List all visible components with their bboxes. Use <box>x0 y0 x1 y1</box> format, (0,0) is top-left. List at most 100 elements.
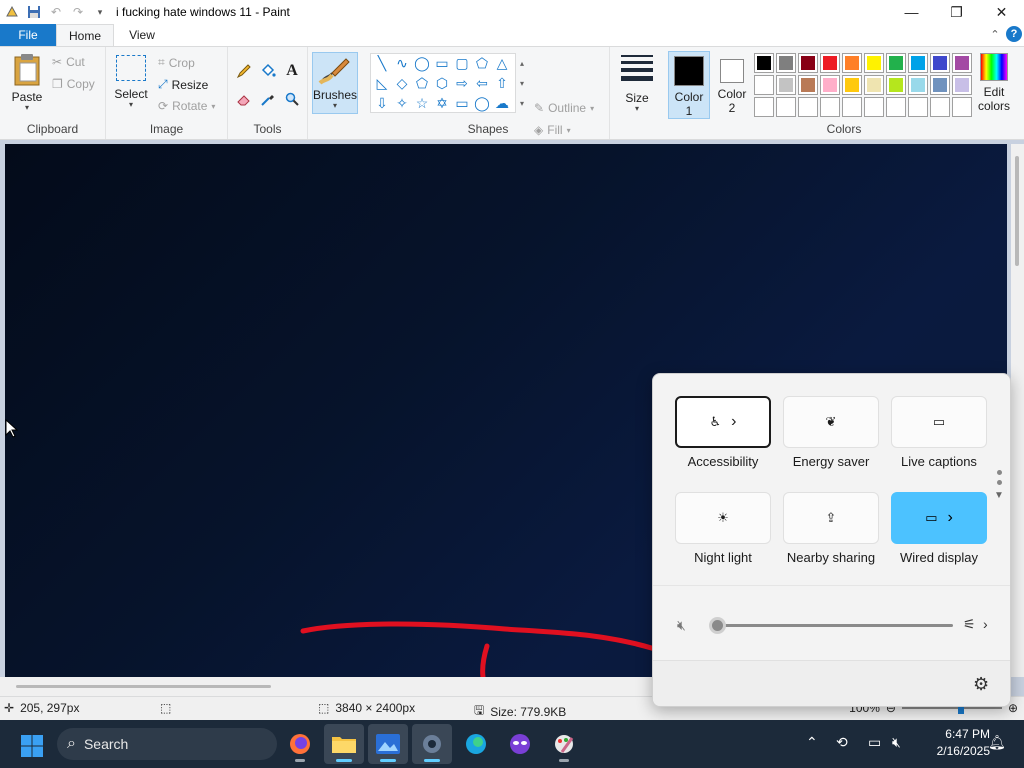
image-group-label: Image <box>149 122 184 136</box>
tab-file[interactable]: File <box>0 24 56 46</box>
right-arrow-shape-icon[interactable]: ⇨ <box>453 74 471 92</box>
volume-slider-thumb[interactable] <box>709 617 726 634</box>
quick-setting-energy-saver[interactable]: ❦ <box>783 396 879 448</box>
select-button[interactable]: Select ▾ <box>114 55 148 109</box>
up-arrow-shape-icon[interactable]: ⇧ <box>493 74 511 92</box>
customize-qat-icon[interactable]: ▾ <box>92 4 108 20</box>
quick-setting-label: Live captions <box>901 454 977 469</box>
taskbar-search-box[interactable]: ⌕ Search <box>57 728 277 760</box>
magnifier-icon[interactable] <box>282 89 302 109</box>
sync-icon[interactable]: ⟲ <box>836 734 848 751</box>
pentagon-shape-icon[interactable]: ⬠ <box>413 74 431 92</box>
show-hidden-icons-icon[interactable]: ⌃ <box>806 734 818 751</box>
save-icon[interactable] <box>26 4 42 20</box>
polygon-shape-icon[interactable]: ⬠ <box>473 54 491 72</box>
paint-taskbar-button[interactable] <box>544 724 584 764</box>
left-arrow-shape-icon[interactable]: ⇦ <box>473 74 491 92</box>
settings-gear-icon[interactable]: ⚙ <box>973 674 989 695</box>
canvas-size-icon: ⬚ <box>318 701 330 715</box>
volume-muted-icon[interactable]: 🔇︎ <box>677 617 686 634</box>
app-taskbar-button[interactable] <box>500 724 540 764</box>
start-button-icon[interactable] <box>20 734 44 758</box>
tab-home[interactable]: Home <box>56 24 114 46</box>
down-arrow-shape-icon[interactable]: ⇩ <box>373 94 391 112</box>
shapes-gallery-scroll[interactable]: ▴ ▾ ▾ <box>516 53 528 113</box>
horizontal-scroll-thumb[interactable] <box>16 685 271 688</box>
image-group: Select ▾ ⌗ Crop ⤢ Resize ⟳ Rotate ▾ Imag… <box>106 47 228 139</box>
quick-setting-wired-display[interactable]: ▭ › <box>891 492 987 544</box>
minimize-button[interactable]: — <box>889 0 934 24</box>
diamond-shape-icon[interactable]: ◇ <box>393 74 411 92</box>
quick-setting-live-captions[interactable]: ▭ <box>891 396 987 448</box>
scroll-up-icon[interactable]: ▴ <box>520 59 524 68</box>
close-button[interactable]: ✕ <box>979 0 1024 24</box>
volume-section: 🔇︎ ⚟ › <box>653 586 1010 660</box>
settings-taskbar-button[interactable] <box>412 724 452 764</box>
pencil-icon[interactable] <box>234 61 254 81</box>
rotate-button[interactable]: ⟳ Rotate ▾ <box>158 99 215 113</box>
photos-taskbar-button[interactable] <box>368 724 408 764</box>
crop-button[interactable]: ⌗ Crop <box>158 55 195 70</box>
paste-button[interactable]: Paste ▾ <box>8 53 46 112</box>
next-page-icon[interactable]: ▼ <box>994 490 1004 501</box>
color-picker-icon[interactable] <box>258 89 278 109</box>
gallery-expand-icon[interactable]: ▾ <box>520 99 524 108</box>
quick-settings-panel: ♿︎ › Accessibility ❦ Energy saver ▭ Live capti… <box>652 373 1011 707</box>
volume-icon[interactable]: 🔇︎ <box>892 734 901 751</box>
hexagon-shape-icon[interactable]: ⬡ <box>433 74 451 92</box>
oval-callout-shape-icon[interactable]: ◯ <box>473 94 491 112</box>
scroll-down-icon[interactable]: ▾ <box>520 79 524 88</box>
eraser-icon[interactable] <box>234 89 254 109</box>
copy-button[interactable]: ❐ Copy <box>52 77 95 91</box>
fill-bucket-icon[interactable] <box>258 61 278 81</box>
quick-setting-night-light[interactable]: ☀ <box>675 492 771 544</box>
quick-setting-accessibility[interactable]: ♿︎ › <box>675 396 771 448</box>
notifications-bell-icon[interactable]: 🔔︎ <box>988 734 1006 751</box>
firefox-taskbar-button[interactable] <box>280 724 320 764</box>
zoom-slider[interactable] <box>901 702 1002 714</box>
collapse-ribbon-icon[interactable]: ⌃ <box>988 27 1002 41</box>
volume-slider[interactable] <box>718 624 953 627</box>
resize-button[interactable]: ⤢ Resize <box>158 77 208 92</box>
right-triangle-shape-icon[interactable]: ◺ <box>373 74 391 92</box>
five-point-star-shape-icon[interactable]: ☆ <box>413 94 431 112</box>
brushes-dropdown-icon: ▾ <box>332 101 337 110</box>
shapes-group-label: Shapes <box>467 122 509 136</box>
audio-output-icon[interactable]: ⚟ <box>963 616 976 633</box>
page-dot[interactable] <box>996 480 1002 485</box>
edge-taskbar-button[interactable] <box>456 724 496 764</box>
text-tool-icon[interactable]: A <box>282 61 302 81</box>
rect-callout-shape-icon[interactable]: ▭ <box>453 94 471 112</box>
rounded-rectangle-shape-icon[interactable]: ▢ <box>453 54 471 72</box>
size-button[interactable]: Size ▾ <box>616 53 658 113</box>
vertical-scroll-thumb[interactable] <box>1015 156 1019 266</box>
brushes-button[interactable]: Brushes ▾ <box>312 52 358 114</box>
paint-app-icon[interactable] <box>4 4 20 20</box>
quick-setting-nearby-sharing[interactable]: ⇪ <box>783 492 879 544</box>
triangle-shape-icon[interactable]: △ <box>493 54 511 72</box>
audio-output-chevron-icon[interactable]: › <box>983 616 988 632</box>
network-icon[interactable]: ▭ <box>868 734 881 751</box>
taskbar-clock[interactable]: 6:47 PM 2/16/2025 <box>920 726 990 760</box>
curve-shape-icon[interactable]: ∿ <box>393 54 411 72</box>
page-dot[interactable] <box>996 470 1002 475</box>
vertical-scrollbar[interactable] <box>1011 144 1024 677</box>
line-shape-icon[interactable]: ╲ <box>373 54 391 72</box>
undo-icon[interactable]: ↶ <box>48 4 64 20</box>
help-icon[interactable]: ? <box>1006 26 1022 42</box>
chevron-right-icon[interactable]: › <box>731 413 736 431</box>
clock-time: 6:47 PM <box>945 727 990 741</box>
four-point-star-shape-icon[interactable]: ✧ <box>393 94 411 112</box>
outline-button[interactable]: ✎ Outline ▾ <box>534 101 594 115</box>
oval-shape-icon[interactable]: ◯ <box>413 54 431 72</box>
edge-icon <box>466 734 486 754</box>
cut-button[interactable]: ✂ Cut <box>52 55 85 69</box>
cloud-callout-shape-icon[interactable]: ☁ <box>493 94 511 112</box>
tab-view[interactable]: View <box>114 24 170 46</box>
file-explorer-taskbar-button[interactable] <box>324 724 364 764</box>
rectangle-shape-icon[interactable]: ▭ <box>433 54 451 72</box>
six-point-star-shape-icon[interactable]: ✡ <box>433 94 451 112</box>
redo-icon[interactable]: ↷ <box>70 4 86 20</box>
maximize-button[interactable]: ❐ <box>934 0 979 24</box>
chevron-right-icon[interactable]: › <box>947 509 952 527</box>
